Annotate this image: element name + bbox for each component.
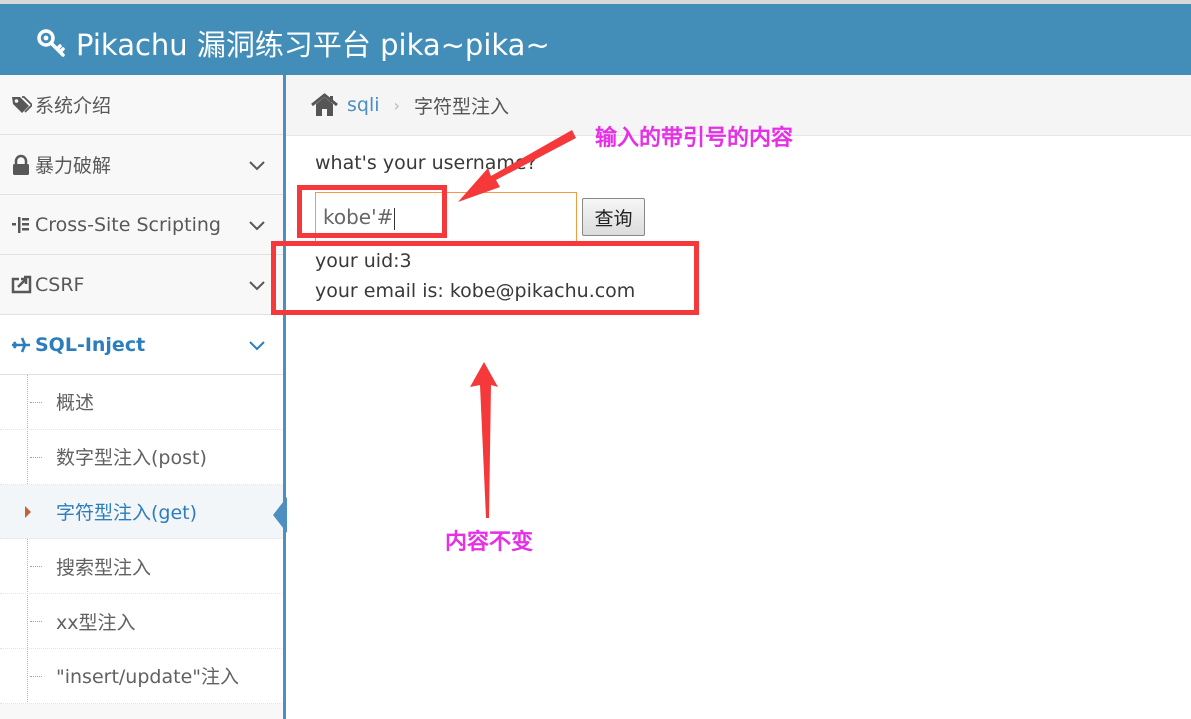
submenu-item-label: 数字型注入(post) (56, 447, 207, 470)
breadcrumb-current: 字符型注入 (413, 95, 509, 118)
tree-dash (30, 621, 42, 623)
annotation-input-highlight (297, 185, 447, 238)
submenu-item-numeric-post[interactable]: 数字型注入(post) (0, 430, 284, 485)
sidebar: 系统介绍 暴力破解 Cross-Site Scripting CSRF SQL-… (0, 75, 287, 719)
sidebar-item-label: CSRF (35, 273, 85, 296)
list-tree-icon (12, 216, 29, 233)
query-button[interactable]: 查询 (582, 198, 645, 236)
chevron-down-icon (249, 161, 265, 171)
submenu-item-overview[interactable]: 概述 (0, 375, 284, 430)
submenu-item-label: 字符型注入(get) (56, 501, 198, 524)
brand[interactable]: Pikachu 漏洞练习平台 pika~pika~ (36, 22, 550, 64)
sidebar-item-brute-force[interactable]: 暴力破解 (0, 135, 284, 195)
annotation-input-note: 输入的带引号的内容 (595, 126, 794, 151)
submenu-item-label: 搜索型注入 (56, 556, 152, 579)
home-icon[interactable] (311, 93, 338, 117)
submenu-item-label: "insert/update"注入 (56, 666, 239, 689)
lock-icon (13, 154, 29, 175)
sidebar-item-label: 暴力破解 (35, 155, 112, 177)
brand-title: Pikachu 漏洞练习平台 pika~pika~ (76, 28, 550, 62)
submenu-item-xx[interactable]: xx型注入 (0, 594, 284, 649)
sidebar-item-csrf[interactable]: CSRF (0, 255, 284, 315)
submenu-item-label: xx型注入 (56, 611, 136, 634)
submenu-item-search[interactable]: 搜索型注入 (0, 539, 284, 595)
submenu-item-insert-update[interactable]: "insert/update"注入 (0, 649, 284, 704)
chevron-down-icon (249, 221, 265, 231)
submenu-sql-inject: 概述 数字型注入(post) 字符型注入(get) 搜索型注入 xx型注入 "i… (0, 375, 287, 704)
chevron-down-icon (249, 281, 265, 291)
sidebar-item-label: Cross-Site Scripting (35, 213, 221, 236)
tree-dash (30, 456, 42, 458)
submenu-item-label: 概述 (56, 392, 95, 415)
share-icon (11, 275, 32, 293)
caret-right-icon (25, 505, 31, 518)
sidebar-item-sql-inject[interactable]: SQL-Inject (0, 315, 284, 375)
top-navbar: Pikachu 漏洞练习平台 pika~pika~ (0, 0, 1191, 75)
annotation-result-note: 内容不变 (445, 530, 534, 555)
submenu-item-string-get[interactable]: 字符型注入(get) (0, 484, 287, 540)
annotation-result-highlight (271, 241, 699, 315)
chevron-down-icon (249, 341, 265, 351)
sidebar-item-xss[interactable]: Cross-Site Scripting (0, 195, 284, 255)
key-icon (37, 29, 65, 57)
sidebar-item-label: SQL-Inject (35, 333, 146, 356)
tree-dash (30, 675, 42, 677)
tree-dash (30, 402, 42, 403)
breadcrumb-link-sqli[interactable]: sqli (347, 94, 380, 116)
sidebar-item-label: 系统介绍 (35, 95, 112, 117)
username-question: what's your username? (315, 152, 537, 174)
breadcrumb-separator-icon: › (393, 95, 400, 115)
tree-dash (30, 566, 42, 568)
sidebar-item-intro[interactable]: 系统介绍 (0, 75, 284, 135)
tags-icon (12, 95, 32, 113)
plane-icon (12, 336, 30, 353)
